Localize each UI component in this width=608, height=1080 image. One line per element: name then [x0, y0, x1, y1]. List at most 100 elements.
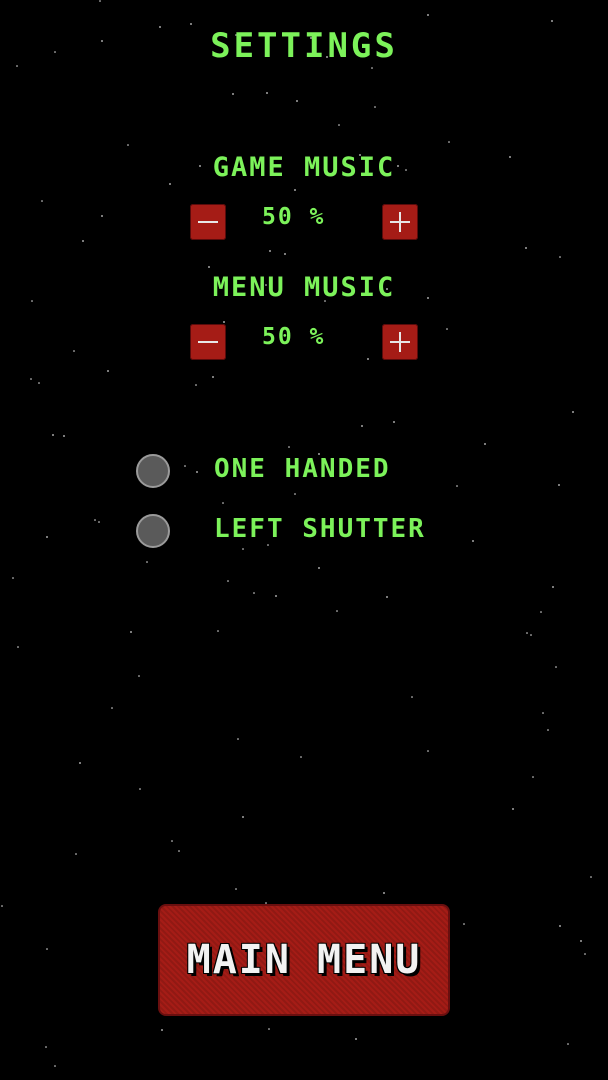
star [318, 567, 320, 569]
star [559, 256, 561, 258]
one-handed-label: ONE HANDED [214, 454, 391, 484]
star [45, 1046, 47, 1048]
star [41, 200, 43, 202]
star [38, 382, 40, 384]
one-handed-radio[interactable] [136, 454, 170, 488]
star [54, 1065, 56, 1067]
star [555, 666, 557, 668]
star [73, 350, 75, 352]
menu-music-value: 50 % [262, 324, 326, 350]
star [99, 0, 101, 2]
star [542, 712, 544, 714]
star [300, 756, 302, 758]
star [232, 93, 234, 95]
star [98, 521, 100, 523]
page-title: SETTINGS [210, 26, 398, 66]
left-shutter-radio[interactable] [136, 514, 170, 548]
star [171, 840, 173, 842]
star [184, 465, 186, 467]
star [294, 493, 296, 495]
star [139, 788, 141, 790]
star [484, 443, 486, 445]
star [427, 14, 429, 16]
star [572, 411, 574, 413]
star [448, 141, 450, 143]
star [17, 646, 19, 648]
star [361, 425, 363, 427]
star [590, 876, 592, 878]
star [127, 144, 129, 146]
star [463, 923, 465, 925]
star [46, 948, 48, 950]
star [558, 484, 560, 486]
star [456, 485, 458, 487]
star [30, 378, 32, 380]
star [46, 536, 48, 538]
star [530, 634, 532, 636]
star [217, 630, 219, 632]
star [551, 20, 553, 22]
menu-music-increase-button[interactable] [382, 324, 418, 360]
main-menu-button[interactable]: MAIN MENU [158, 904, 450, 1016]
star [526, 632, 528, 634]
star [196, 471, 198, 473]
star [540, 611, 542, 613]
star [242, 548, 244, 550]
star [294, 189, 296, 191]
game-music-value: 50 % [262, 204, 326, 230]
star [580, 940, 582, 942]
star [208, 266, 210, 268]
star [584, 953, 586, 955]
star [190, 23, 192, 25]
game-music-increase-button[interactable] [382, 204, 418, 240]
star [269, 250, 271, 252]
star [559, 925, 561, 927]
star [371, 67, 373, 69]
star [75, 853, 77, 855]
star [472, 540, 474, 542]
star [82, 240, 84, 242]
star [355, 1038, 357, 1040]
star [101, 215, 103, 217]
star [178, 850, 180, 852]
star [268, 1028, 270, 1030]
star [386, 596, 388, 598]
star [253, 592, 255, 594]
star [267, 544, 269, 546]
star [532, 776, 534, 778]
star [94, 519, 96, 521]
star [374, 106, 376, 108]
star [525, 247, 527, 249]
star [138, 675, 140, 677]
star [275, 595, 277, 597]
star [79, 762, 81, 764]
star [296, 100, 298, 102]
star [411, 696, 413, 698]
star [446, 328, 448, 330]
star [169, 183, 171, 185]
star [63, 435, 65, 437]
star [336, 610, 338, 612]
star [195, 384, 197, 386]
game-music-label: GAME MUSIC [212, 152, 396, 183]
star [547, 729, 549, 731]
star [12, 577, 14, 579]
star [223, 321, 225, 323]
menu-music-decrease-button[interactable] [190, 324, 226, 360]
star [266, 92, 268, 94]
star [338, 124, 340, 126]
star [567, 1043, 569, 1045]
star [288, 446, 290, 448]
star [235, 888, 237, 890]
star [111, 707, 113, 709]
game-music-decrease-button[interactable] [190, 204, 226, 240]
star [107, 370, 109, 372]
menu-music-label: MENU MUSIC [212, 272, 396, 303]
star [237, 738, 239, 740]
star [367, 358, 369, 360]
star [427, 750, 429, 752]
star [146, 561, 148, 563]
left-shutter-label: LEFT SHUTTER [214, 514, 426, 544]
star [161, 1029, 163, 1031]
star [552, 586, 554, 588]
